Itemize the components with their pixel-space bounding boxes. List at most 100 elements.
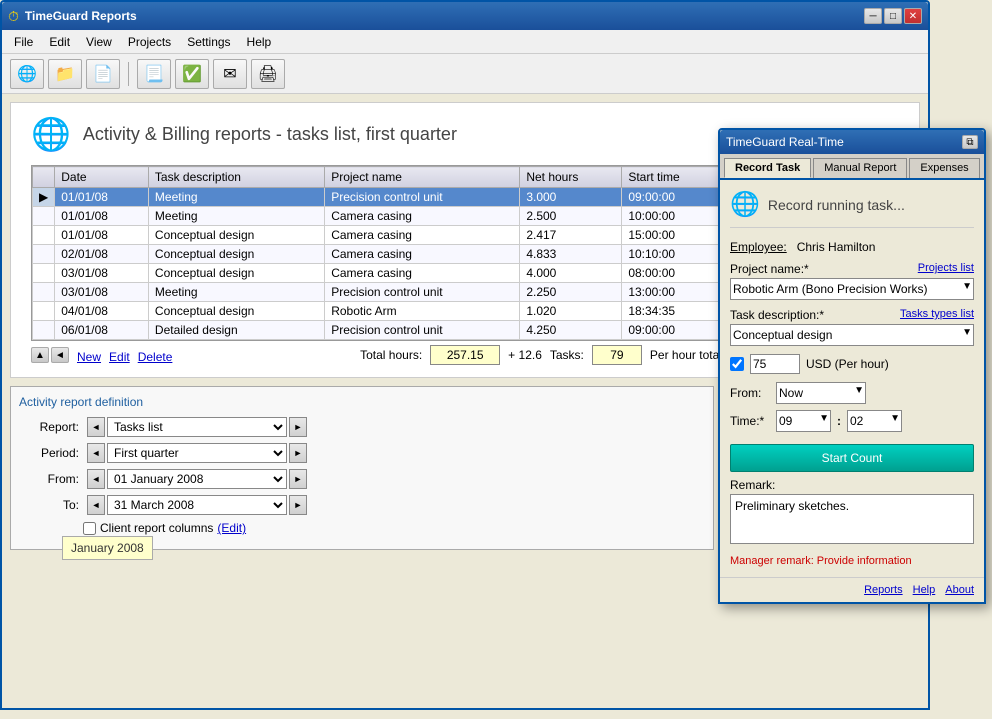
employee-name: Chris Hamilton — [797, 240, 876, 254]
time-hour-select[interactable]: 09 — [776, 410, 831, 432]
maximize-button[interactable]: □ — [884, 8, 902, 24]
to-row: To: ◄ 31 March 2008 ► — [19, 495, 705, 515]
menu-edit[interactable]: Edit — [41, 33, 78, 51]
menu-settings[interactable]: Settings — [179, 33, 238, 51]
start-count-button[interactable]: Start Count — [730, 444, 974, 472]
cell-task: Meeting — [148, 207, 324, 226]
col-indicator — [33, 167, 55, 188]
footer-about-link[interactable]: About — [945, 584, 974, 596]
app-icon: ⏱ — [8, 8, 19, 25]
calendar-hint: January 2008 — [62, 536, 153, 560]
menu-projects[interactable]: Projects — [120, 33, 179, 51]
client-report-label: Client report columns — [100, 521, 213, 535]
rt-title-text: TimeGuard Real-Time — [726, 135, 962, 149]
close-button[interactable]: ✕ — [904, 8, 922, 24]
row-indicator — [33, 245, 55, 264]
toolbar-globe-button[interactable]: 🌐 — [10, 59, 44, 89]
toolbar-new-button[interactable]: 📃 — [137, 59, 171, 89]
menu-file[interactable]: File — [6, 33, 41, 51]
report-label: Report: — [19, 420, 79, 434]
report-select[interactable]: Tasks list — [107, 417, 287, 437]
toolbar-check-button[interactable]: ✅ — [175, 59, 209, 89]
to-select[interactable]: 31 March 2008 — [107, 495, 287, 515]
time-row: Time:* 09 : 02 — [730, 410, 974, 432]
table-nav-up[interactable]: ▲ — [31, 347, 49, 363]
remark-textarea[interactable]: Preliminary sketches. — [730, 494, 974, 544]
from-select[interactable]: 01 January 2008 — [107, 469, 287, 489]
report-prev-btn[interactable]: ◄ — [87, 417, 105, 437]
menu-view[interactable]: View — [78, 33, 120, 51]
toolbar-page-button[interactable]: 📄 — [86, 59, 120, 89]
toolbar-folder-button[interactable]: 📁 — [48, 59, 82, 89]
section-title: Activity report definition — [19, 395, 705, 409]
row-indicator — [33, 264, 55, 283]
table-nav-left[interactable]: ◄ — [51, 347, 69, 363]
delete-link[interactable]: Delete — [138, 350, 173, 364]
col-start: Start time — [622, 167, 723, 188]
rate-checkbox[interactable] — [730, 357, 744, 371]
rt-header-text: Record running task... — [768, 197, 905, 213]
cell-date: 01/01/08 — [55, 226, 149, 245]
remark-label: Remark: — [730, 478, 974, 492]
toolbar-mail-button[interactable]: ✉ — [213, 59, 247, 89]
rt-tabs: Record Task Manual Report Expenses — [720, 154, 984, 180]
edit-columns-link[interactable]: (Edit) — [217, 521, 246, 535]
menu-bar: File Edit View Projects Settings Help — [2, 30, 928, 54]
period-next-btn[interactable]: ► — [289, 443, 307, 463]
footer-help-link[interactable]: Help — [913, 584, 936, 596]
realtime-window: TimeGuard Real-Time ⧉ Record Task Manual… — [718, 128, 986, 604]
cell-hours: 4.250 — [520, 321, 622, 340]
from-select[interactable]: Now — [776, 382, 866, 404]
rate-row: USD (Per hour) — [730, 354, 974, 374]
main-title-bar: ⏱ TimeGuard Reports ─ □ ✕ — [2, 2, 928, 30]
task-types-link[interactable]: Tasks types list — [900, 308, 974, 322]
time-min-select[interactable]: 02 — [847, 410, 902, 432]
report-definition-panel: Activity report definition Report: ◄ Tas… — [10, 386, 714, 550]
tab-expenses[interactable]: Expenses — [909, 158, 979, 178]
cell-start: 09:00:00 — [622, 188, 723, 207]
col-hours: Net hours — [520, 167, 622, 188]
cell-hours: 3.000 — [520, 188, 622, 207]
to-prev-btn[interactable]: ◄ — [87, 495, 105, 515]
row-indicator — [33, 207, 55, 226]
task-select[interactable]: Conceptual design — [730, 324, 974, 346]
employee-label: Employee: Chris Hamilton — [730, 240, 875, 254]
task-field-label: Task description:* Tasks types list — [730, 308, 974, 322]
client-report-checkbox[interactable] — [83, 522, 96, 535]
cell-task: Conceptual design — [148, 226, 324, 245]
page-title: Activity & Billing reports - tasks list,… — [83, 124, 457, 145]
rt-footer: Reports Help About — [720, 577, 984, 602]
menu-help[interactable]: Help — [239, 33, 280, 51]
per-hour-label: Per hour tota — [650, 348, 719, 362]
period-select[interactable]: First quarter — [107, 443, 287, 463]
report-next-btn[interactable]: ► — [289, 417, 307, 437]
cell-date: 03/01/08 — [55, 283, 149, 302]
cell-date: 02/01/08 — [55, 245, 149, 264]
toolbar-print-button[interactable]: 🖨 — [251, 59, 285, 89]
from-next-btn[interactable]: ► — [289, 469, 307, 489]
tasks-label: Tasks: — [550, 348, 584, 362]
cell-hours: 4.000 — [520, 264, 622, 283]
from-prev-btn[interactable]: ◄ — [87, 469, 105, 489]
new-link[interactable]: New — [77, 350, 101, 364]
projects-list-link[interactable]: Projects list — [918, 262, 974, 276]
tab-record-task[interactable]: Record Task — [724, 158, 811, 178]
cell-task: Conceptual design — [148, 302, 324, 321]
tab-manual-report[interactable]: Manual Report — [813, 158, 907, 178]
toolbar-separator — [128, 62, 129, 86]
to-next-btn[interactable]: ► — [289, 495, 307, 515]
rate-input[interactable] — [750, 354, 800, 374]
to-label: To: — [19, 498, 79, 512]
cell-hours: 1.020 — [520, 302, 622, 321]
cell-project: Camera casing — [325, 207, 520, 226]
footer-reports-link[interactable]: Reports — [864, 584, 903, 596]
cell-project: Precision control unit — [325, 321, 520, 340]
project-select[interactable]: Robotic Arm (Bono Precision Works) — [730, 278, 974, 300]
rt-title-bar: TimeGuard Real-Time ⧉ — [720, 130, 984, 154]
minimize-button[interactable]: ─ — [864, 8, 882, 24]
rt-restore-button[interactable]: ⧉ — [962, 135, 978, 149]
cell-start: 18:34:35 — [622, 302, 723, 321]
cell-hours: 2.417 — [520, 226, 622, 245]
edit-link[interactable]: Edit — [109, 350, 130, 364]
period-prev-btn[interactable]: ◄ — [87, 443, 105, 463]
